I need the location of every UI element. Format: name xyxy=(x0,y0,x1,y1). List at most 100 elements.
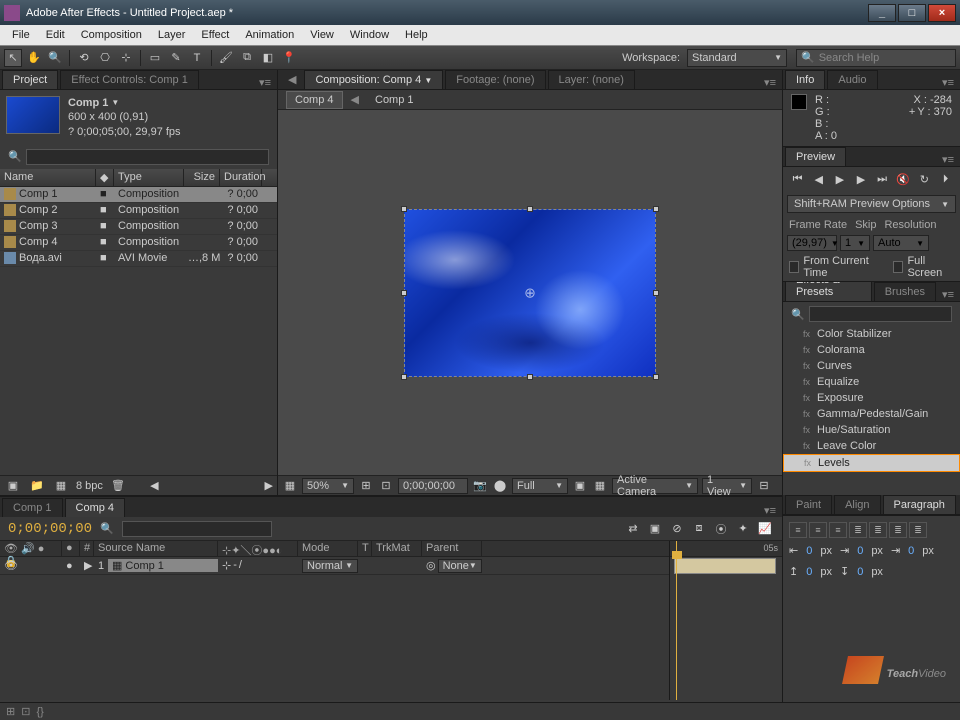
scroll-right-icon[interactable]: ▶ xyxy=(265,479,273,492)
col-source-name[interactable]: Source Name xyxy=(94,541,218,556)
play-button[interactable]: ▶ xyxy=(832,171,848,187)
align-right-button[interactable]: ≡ xyxy=(829,522,847,538)
last-frame-button[interactable]: ⏭ xyxy=(874,171,890,187)
effect-controls-tab[interactable]: Effect Controls: Comp 1 xyxy=(60,70,199,89)
col-duration[interactable]: Duration xyxy=(220,169,262,186)
type-tool[interactable]: T xyxy=(188,49,206,67)
close-button[interactable]: × xyxy=(928,4,956,22)
timeline-tab-comp4[interactable]: Comp 4 xyxy=(65,498,126,517)
handle-mr[interactable] xyxy=(653,290,659,296)
timeline-layer-row[interactable]: 👁 ● ▶ 1 ▦Comp 1 ⊹-/ Normal▼ ◎None▼ xyxy=(0,557,669,575)
panel-menu-icon[interactable]: ▾≡ xyxy=(936,153,960,166)
panel-menu-icon[interactable]: ▾≡ xyxy=(956,501,960,514)
parent-dropdown[interactable]: None▼ xyxy=(438,559,482,573)
menu-animation[interactable]: Animation xyxy=(237,27,302,43)
pickwhip-icon[interactable]: ◎ xyxy=(426,559,436,572)
indent-left-value[interactable]: 0 xyxy=(806,545,812,557)
toggle-switches-icon[interactable]: ⊞ xyxy=(6,705,15,718)
justify-last-right-button[interactable]: ≣ xyxy=(889,522,907,538)
from-current-checkbox[interactable] xyxy=(789,261,799,273)
justify-all-button[interactable]: ≣ xyxy=(909,522,927,538)
col-label[interactable]: ◆ xyxy=(96,169,114,186)
delete-icon[interactable]: 🗑 xyxy=(109,477,127,495)
timeline-search-input[interactable] xyxy=(122,521,272,537)
ram-preview-dropdown[interactable]: Shift+RAM Preview Options▼ xyxy=(787,195,956,213)
visibility-icon[interactable]: 👁 xyxy=(4,559,18,572)
project-search-input[interactable] xyxy=(26,149,269,165)
effect-item[interactable]: fxCurves xyxy=(783,358,960,374)
justify-last-left-button[interactable]: ≣ xyxy=(849,522,867,538)
camera-dropdown[interactable]: Active Camera▼ xyxy=(612,478,698,494)
views-dropdown[interactable]: 1 View▼ xyxy=(702,478,752,494)
new-comp-icon[interactable]: ▦ xyxy=(52,477,70,495)
effect-item[interactable]: fxColorama xyxy=(783,342,960,358)
mask-tool[interactable]: ▭ xyxy=(146,49,164,67)
menu-edit[interactable]: Edit xyxy=(38,27,73,43)
hand-tool[interactable]: ✋ xyxy=(25,49,43,67)
composition-tab[interactable]: Composition: Comp 4 ▼ xyxy=(304,70,443,89)
canvas[interactable]: ⊕ xyxy=(404,209,656,377)
zoom-tool[interactable]: 🔍 xyxy=(46,49,64,67)
maximize-button[interactable]: □ xyxy=(898,4,926,22)
always-preview-icon[interactable]: ▦ xyxy=(282,478,298,494)
brainstorm-icon[interactable]: ✦ xyxy=(734,520,752,538)
effect-item[interactable]: fxExposure xyxy=(783,390,960,406)
composition-viewer[interactable]: ⊕ xyxy=(278,110,782,475)
framerate-dropdown[interactable]: (29,97)▼ xyxy=(787,235,837,251)
space-after-value[interactable]: 0 xyxy=(857,566,863,578)
effect-item[interactable]: fxGamma/Pedestal/Gain xyxy=(783,406,960,422)
loop-button[interactable]: ↻ xyxy=(916,171,932,187)
menu-composition[interactable]: Composition xyxy=(73,27,150,43)
guides-icon[interactable]: ⊡ xyxy=(378,478,394,494)
col-parent[interactable]: Parent xyxy=(422,541,482,556)
draft3d-icon[interactable]: ▣ xyxy=(646,520,664,538)
effect-item[interactable]: fxLevels xyxy=(783,454,960,472)
blend-mode-dropdown[interactable]: Normal▼ xyxy=(302,559,358,573)
col-trkmat[interactable]: TrkMat xyxy=(372,541,422,556)
project-item[interactable]: Comp 1■Composition? 0;00 xyxy=(0,187,277,203)
pen-tool[interactable]: ✎ xyxy=(167,49,185,67)
project-item[interactable]: Comp 2■Composition? 0;00 xyxy=(0,203,277,219)
col-mode[interactable]: Mode xyxy=(298,541,358,556)
pixel-aspect-icon[interactable]: ⊟ xyxy=(756,478,772,494)
audio-tab[interactable]: Audio xyxy=(827,70,877,89)
menu-window[interactable]: Window xyxy=(342,27,397,43)
prev-frame-button[interactable]: ◀ xyxy=(811,171,827,187)
handle-br[interactable] xyxy=(653,374,659,380)
justify-last-center-button[interactable]: ≣ xyxy=(869,522,887,538)
timeline-tab-comp1[interactable]: Comp 1 xyxy=(2,498,63,517)
info-tab[interactable]: Info xyxy=(785,70,825,89)
ram-preview-button[interactable]: ⏵ xyxy=(937,171,953,187)
puppet-tool[interactable]: 📍 xyxy=(280,49,298,67)
grid-icon[interactable]: ⊞ xyxy=(358,478,374,494)
project-item[interactable]: Вода.avi■AVI Movie…,8 MB? 0;00 xyxy=(0,251,277,267)
menu-file[interactable]: File xyxy=(4,27,38,43)
motion-blur-icon[interactable]: ⦿ xyxy=(712,520,730,538)
interpret-footage-icon[interactable]: ▣ xyxy=(4,477,22,495)
next-frame-button[interactable]: ▶ xyxy=(853,171,869,187)
align-left-button[interactable]: ≡ xyxy=(789,522,807,538)
new-folder-icon[interactable]: 📁 xyxy=(28,477,46,495)
rotation-tool[interactable]: ⟲ xyxy=(75,49,93,67)
handle-bl[interactable] xyxy=(401,374,407,380)
handle-tl[interactable] xyxy=(401,206,407,212)
camera-tool[interactable]: ⎔ xyxy=(96,49,114,67)
time-ruler[interactable]: 05s xyxy=(670,541,782,557)
timecode[interactable]: 0;00;00;00 xyxy=(8,521,92,537)
col-size[interactable]: Size xyxy=(184,169,220,186)
scroll-left-icon[interactable]: ◀ xyxy=(150,479,158,492)
resolution-dropdown[interactable]: Full▼ xyxy=(512,478,568,494)
layer-bar[interactable] xyxy=(674,558,776,574)
indent-first-value[interactable]: 0 xyxy=(857,545,863,557)
effect-item[interactable]: fxColor Stabilizer xyxy=(783,326,960,342)
align-tab[interactable]: Align xyxy=(834,495,880,514)
subtab-comp4[interactable]: Comp 4 xyxy=(286,91,343,109)
menu-layer[interactable]: Layer xyxy=(150,27,194,43)
transparency-grid-icon[interactable]: ▦ xyxy=(592,478,608,494)
panel-menu-icon[interactable]: ▾≡ xyxy=(253,76,277,89)
mute-button[interactable]: 🔇 xyxy=(895,171,911,187)
brushes-tab[interactable]: Brushes xyxy=(874,282,936,301)
comp-mini-flowchart-icon[interactable]: ⇄ xyxy=(624,520,642,538)
effect-item[interactable]: fxLeave Color xyxy=(783,438,960,454)
minimize-button[interactable]: _ xyxy=(868,4,896,22)
